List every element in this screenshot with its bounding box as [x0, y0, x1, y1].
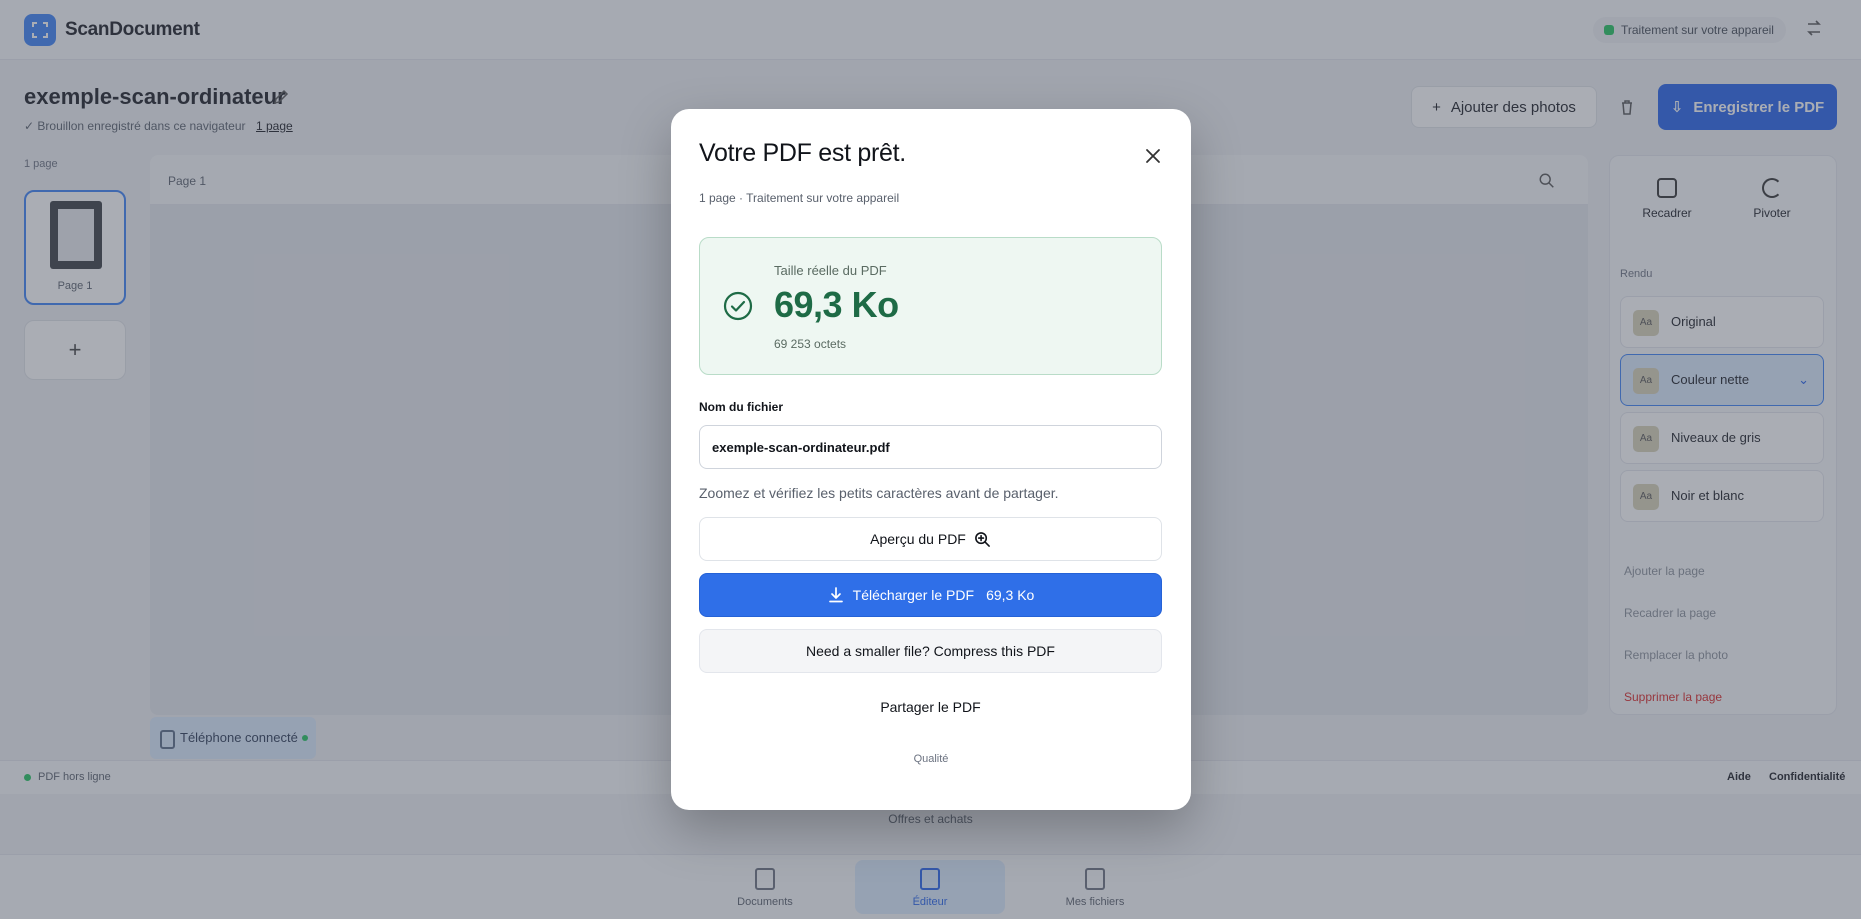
pdf-size-value: 69,3 Ko: [774, 284, 899, 325]
preview-pdf-button[interactable]: Aperçu du PDF: [699, 517, 1162, 561]
pdf-ready-dialog: Votre PDF est prêt. 1 page · Traitement …: [671, 109, 1191, 810]
quality-link[interactable]: Qualité: [671, 753, 1191, 765]
zoom-in-icon: [974, 531, 990, 547]
pdf-size-label: Taille réelle du PDF: [774, 263, 887, 278]
close-icon: [1146, 149, 1160, 163]
compress-pdf-button[interactable]: Need a smaller file? Compress this PDF: [699, 629, 1162, 673]
download-pdf-button[interactable]: Télécharger le PDF 69,3 Ko: [699, 573, 1162, 617]
download-icon: [828, 587, 843, 603]
pdf-size-card: Taille réelle du PDF 69,3 Ko 69 253 octe…: [699, 237, 1162, 375]
pdf-size-bytes: 69 253 octets: [774, 337, 847, 351]
dialog-title: Votre PDF est prêt.: [699, 139, 906, 167]
filename-input[interactable]: [699, 425, 1162, 469]
filename-label: Nom du fichier: [699, 400, 784, 414]
close-button[interactable]: [1139, 142, 1167, 170]
zoom-hint: Zoomez et vérifiez les petits caractères…: [699, 485, 1059, 501]
share-pdf-button[interactable]: Partager le PDF: [699, 685, 1162, 729]
dialog-subtitle: 1 page · Traitement sur votre appareil: [699, 191, 900, 205]
download-size: 69,3 Ko: [986, 587, 1035, 603]
check-circle-icon: [722, 290, 754, 322]
